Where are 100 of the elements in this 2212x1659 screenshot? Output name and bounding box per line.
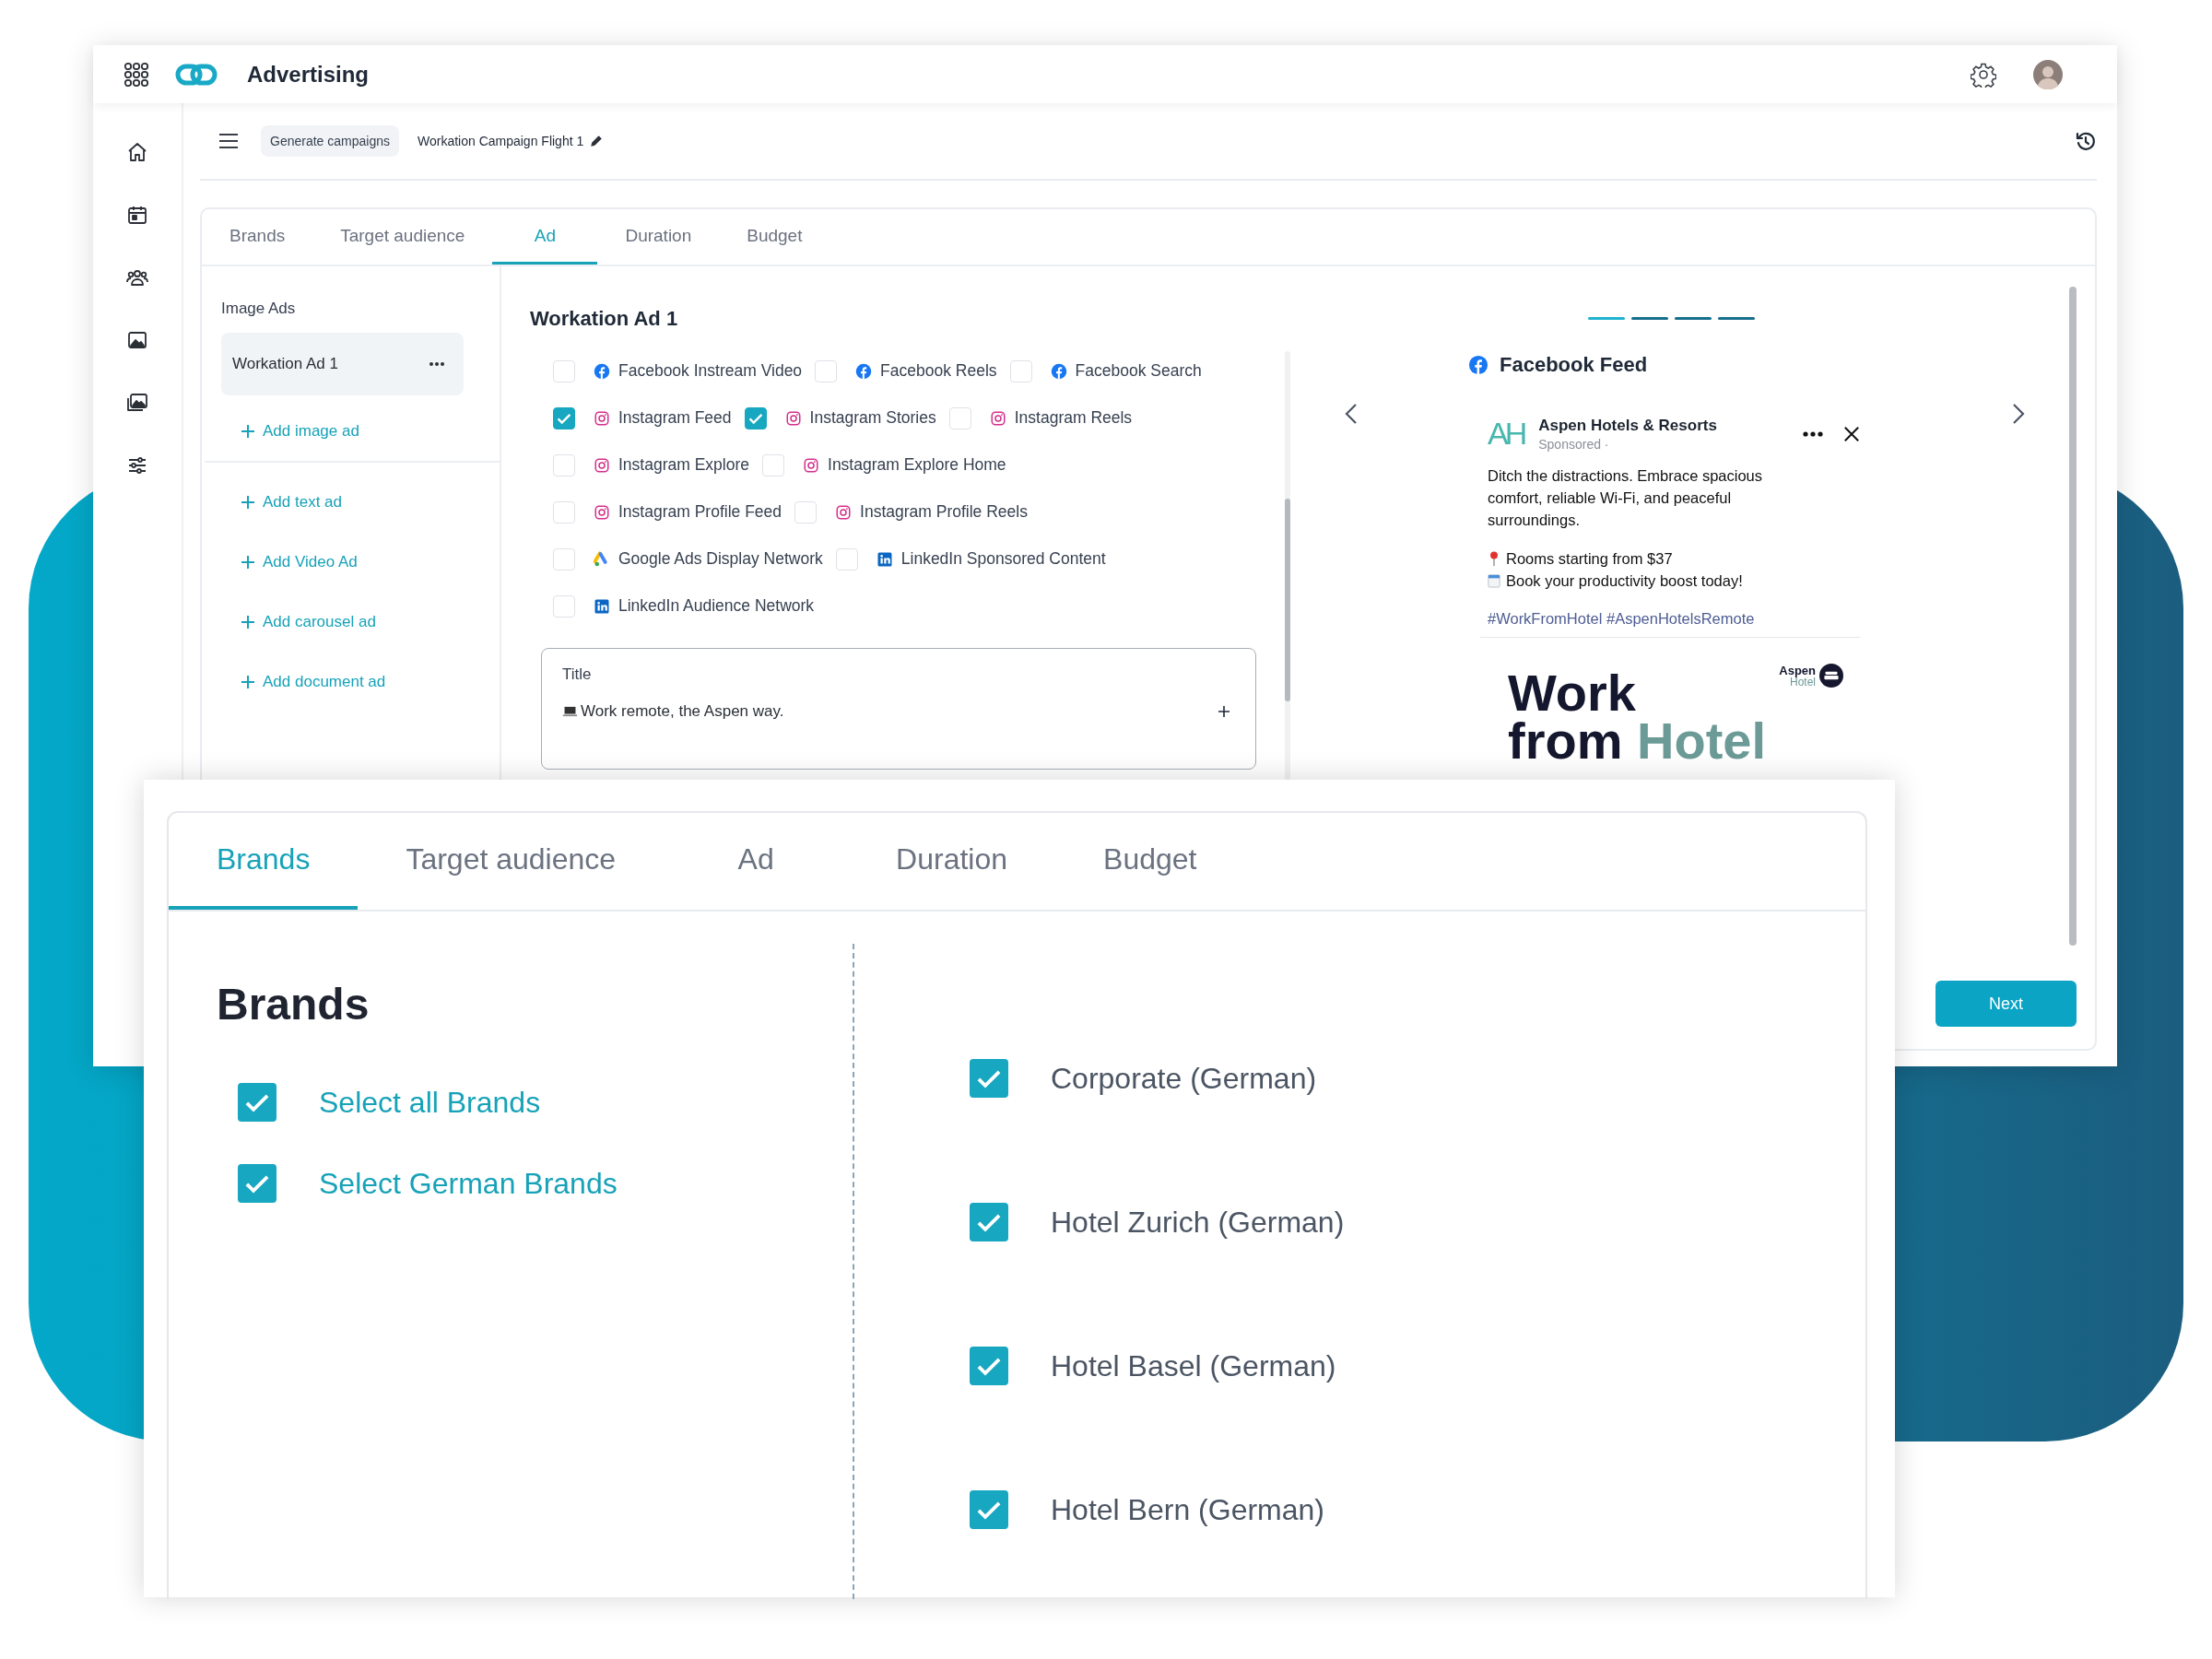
title-field[interactable]: Title Work remote, the Aspen way.: [541, 648, 1256, 770]
instagram-icon: [835, 503, 853, 521]
checkbox[interactable]: [970, 1347, 1008, 1385]
tab[interactable]: Duration: [848, 813, 1056, 910]
settings-icon[interactable]: [1971, 61, 1996, 88]
image-headline: from Hotel: [1508, 716, 1766, 765]
plus-icon[interactable]: [1217, 704, 1231, 719]
ad-heading: Workation Ad 1: [530, 307, 679, 331]
plus-icon: [241, 424, 255, 439]
tab[interactable]: Ad: [664, 813, 849, 910]
placement-label: Instagram Stories: [809, 408, 936, 428]
slide-indicator[interactable]: [1674, 317, 1712, 320]
plus-icon: [241, 615, 255, 629]
close-icon[interactable]: [1843, 425, 1860, 442]
advertiser-name: Aspen Hotels & Resorts: [1538, 416, 1717, 435]
preview-heading: Facebook Feed: [1500, 353, 1648, 377]
placement-label: LinkedIn Audience Network: [618, 596, 815, 616]
pin-icon: [1488, 551, 1500, 566]
placement-label: Instagram Feed: [618, 408, 732, 428]
slide-indicator[interactable]: [1630, 317, 1668, 320]
tab[interactable]: Budget: [719, 209, 830, 265]
facebook-icon: [594, 362, 610, 380]
campaign-name: Workation Campaign Flight 1: [417, 134, 584, 148]
hashtags[interactable]: #WorkFromHotel #AspenHotelsRemote: [1488, 610, 1860, 628]
placement-label: LinkedIn Sponsored Content: [900, 549, 1106, 569]
add-link[interactable]: Add document ad: [241, 673, 386, 691]
brand-label: Corporate (German): [1051, 1061, 1317, 1096]
advertiser-logo: AH: [1488, 416, 1524, 452]
image-headline: Work: [1508, 669, 1636, 717]
plus-icon: [241, 555, 255, 570]
facebook-icon: [855, 362, 873, 380]
add-link[interactable]: Add Video Ad: [241, 553, 358, 571]
pencil-icon[interactable]: [590, 135, 604, 147]
calendar-icon: [1488, 573, 1500, 588]
placement-label: Facebook Search: [1075, 361, 1202, 381]
apps-grid-icon[interactable]: [124, 61, 149, 88]
calendar-icon[interactable]: [126, 204, 148, 226]
brand-name: Aspen: [1779, 664, 1816, 677]
tab[interactable]: Ad: [492, 209, 598, 265]
scrollbar[interactable]: [2069, 287, 2077, 946]
brand-label: Hotel Zurich (German): [1051, 1205, 1345, 1240]
checkbox[interactable]: [970, 1203, 1008, 1241]
placement-label: Instagram Explore Home: [828, 455, 1006, 475]
image-icon[interactable]: [126, 329, 148, 351]
placement-label: Instagram Reels: [1014, 408, 1133, 428]
instagram-icon: [594, 503, 610, 521]
checkbox[interactable]: [238, 1164, 276, 1203]
sponsored-label: Sponsored ·: [1538, 436, 1610, 452]
gallery-icon[interactable]: [126, 392, 148, 414]
chevron-left-icon[interactable]: [1345, 403, 1358, 425]
bed-icon: [1819, 664, 1843, 688]
scrollbar[interactable]: [1285, 351, 1290, 780]
home-icon[interactable]: [126, 141, 148, 163]
tab[interactable]: Budget: [1055, 813, 1245, 910]
slide-indicator[interactable]: [1587, 317, 1625, 320]
sliders-icon[interactable]: [126, 454, 148, 477]
placement-label: Instagram Profile Reels: [860, 502, 1028, 522]
laptop-icon: [562, 705, 578, 718]
select-option[interactable]: Select German Brands: [319, 1166, 618, 1201]
more-icon[interactable]: [429, 361, 445, 367]
instagram-icon: [784, 409, 802, 427]
add-link[interactable]: Add carousel ad: [241, 613, 376, 631]
history-icon[interactable]: [2075, 130, 2097, 152]
more-icon[interactable]: [1803, 430, 1823, 437]
ad-list-item[interactable]: Workation Ad 1: [221, 333, 464, 395]
checkbox[interactable]: [970, 1490, 1008, 1529]
avatar[interactable]: [2033, 59, 2063, 89]
checkbox[interactable]: [744, 406, 767, 429]
plus-icon: [241, 495, 255, 510]
slide-indicator[interactable]: [1717, 317, 1755, 320]
section-heading: Image Ads: [221, 300, 296, 318]
add-link[interactable]: Add text ad: [241, 493, 342, 512]
select-option[interactable]: Select all Brands: [319, 1085, 541, 1120]
checkbox[interactable]: [553, 406, 575, 429]
checkbox[interactable]: [238, 1083, 276, 1122]
linkedin-icon: [594, 597, 610, 615]
menu-icon[interactable]: [218, 133, 239, 149]
placement-label: Instagram Explore: [618, 455, 749, 475]
plus-icon: [241, 675, 255, 689]
post-line: Rooms starting from $37: [1506, 549, 1673, 569]
instagram-icon: [989, 409, 1006, 427]
linkedin-icon: [876, 550, 893, 568]
add-link[interactable]: Add image ad: [241, 422, 359, 441]
placement-label: Google Ads Display Network: [618, 549, 823, 569]
next-button[interactable]: Next: [1936, 981, 2077, 1027]
brand-label: Hotel Basel (German): [1051, 1348, 1336, 1383]
tab[interactable]: Target audience: [312, 209, 493, 265]
brand-label: Hotel Bern (German): [1051, 1492, 1324, 1527]
placement-label: Facebook Instream Video: [618, 361, 803, 381]
checkbox[interactable]: [970, 1059, 1008, 1098]
chevron-right-icon[interactable]: [2012, 403, 2025, 425]
tab[interactable]: Duration: [597, 209, 720, 265]
tab[interactable]: Target audience: [358, 813, 665, 910]
instagram-icon: [594, 409, 610, 427]
tab[interactable]: Brands: [169, 813, 359, 910]
post-line: Book your productivity boost today!: [1506, 571, 1743, 591]
breadcrumb-chip[interactable]: Generate campaigns: [261, 125, 399, 157]
facebook-icon: [1468, 355, 1488, 375]
tab[interactable]: Brands: [202, 209, 313, 265]
post-text: Ditch the distractions. Embrace spacious comfort, reliable Wi-Fi, and peaceful surroundings.: [1488, 466, 1764, 530]
